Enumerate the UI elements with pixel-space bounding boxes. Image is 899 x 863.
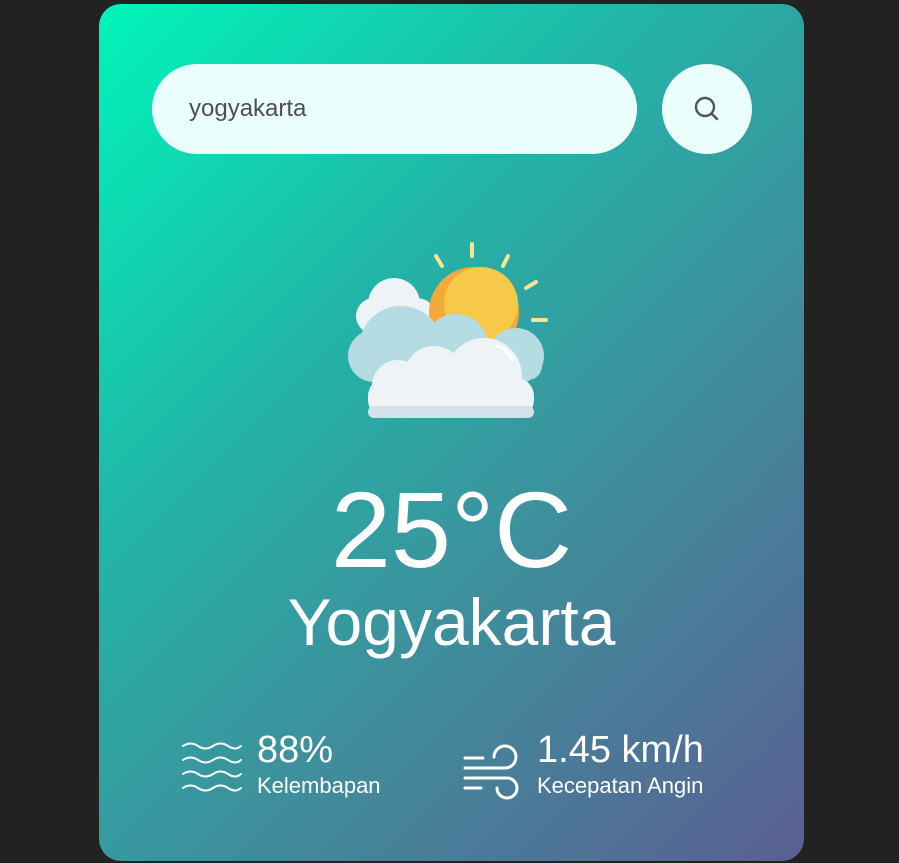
- temperature: 25°C: [330, 469, 573, 590]
- partly-cloudy-icon: [348, 242, 548, 418]
- city-name: Yogyakarta: [287, 585, 616, 659]
- search-icon: [694, 96, 719, 121]
- search-input[interactable]: [189, 95, 607, 123]
- search-bar[interactable]: [152, 64, 637, 154]
- search-button[interactable]: [662, 64, 752, 154]
- wind-label: Kecepatan Angin: [537, 773, 704, 798]
- waves-icon: [182, 742, 242, 792]
- weather-card: 25°C Yogyakarta 88% Kelembapan 1.4: [99, 4, 804, 861]
- wind-detail: 1.45 km/h Kecepatan Angin: [461, 728, 704, 802]
- wind-icon: [463, 744, 519, 800]
- wind-value: 1.45 km/h: [537, 729, 704, 771]
- humidity-value: 88%: [257, 729, 334, 771]
- humidity-label: Kelembapan: [257, 773, 381, 798]
- humidity-detail: 88% Kelembapan: [181, 728, 381, 800]
